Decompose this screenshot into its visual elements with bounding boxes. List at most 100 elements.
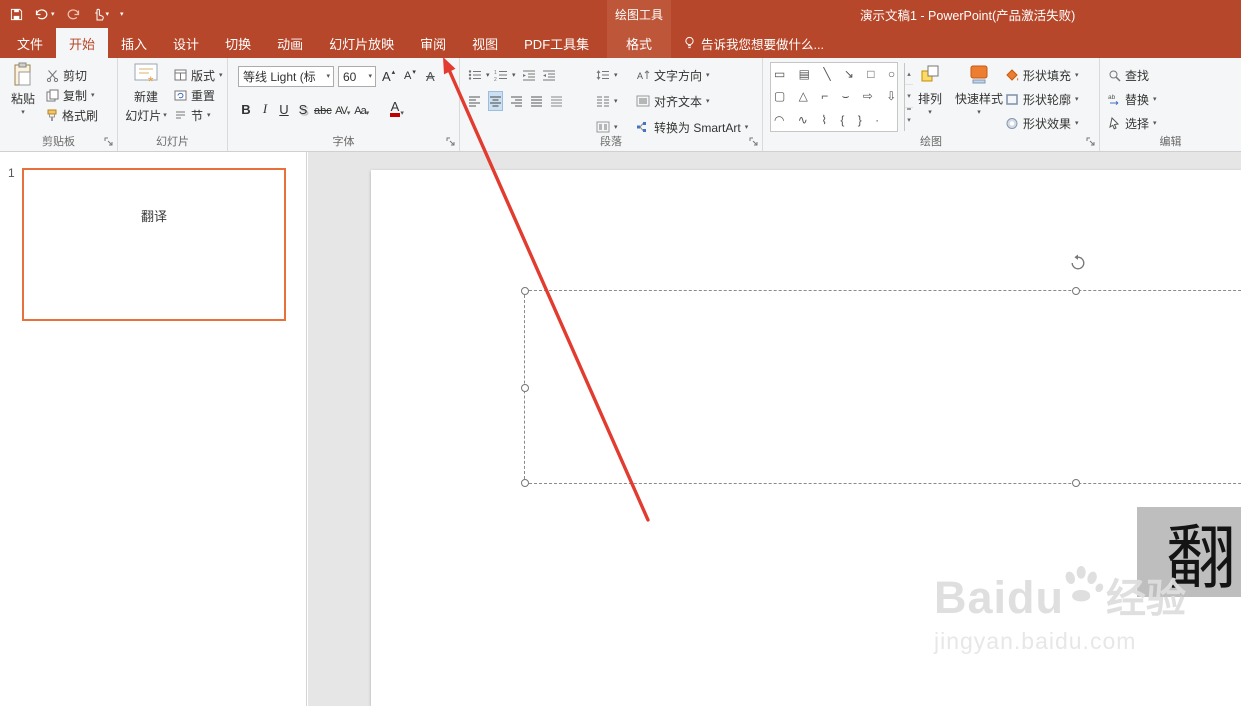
align-center-icon (490, 96, 501, 107)
svg-text:1: 1 (494, 70, 497, 76)
resize-handle-bottom-left[interactable] (521, 479, 529, 487)
tab-design[interactable]: 设计 (160, 28, 212, 58)
shape-fill-button[interactable]: 形状填充 ▾ (1005, 65, 1079, 85)
undo-icon (35, 9, 48, 20)
section-button[interactable]: 节 ▾ (174, 105, 211, 125)
section-icon (176, 111, 185, 119)
italic-button[interactable]: I (257, 98, 273, 119)
layout-button[interactable]: 版式 ▾ (174, 65, 223, 85)
tab-pdf-tools[interactable]: PDF工具集 (511, 28, 602, 58)
customize-qat-button[interactable]: ▾ (120, 11, 124, 18)
increase-font-size-button[interactable]: A ▴ (382, 66, 395, 86)
shape-effects-button[interactable]: 形状效果 ▾ (1005, 113, 1079, 133)
align-left-button[interactable] (468, 91, 481, 111)
undo-button[interactable]: ▾ (34, 8, 55, 20)
decrease-indent-icon (523, 70, 535, 81)
drawing-dialog-launcher[interactable] (1085, 136, 1097, 148)
text-direction-dropdown-icon: ▾ (706, 71, 710, 79)
align-left-icon (469, 96, 480, 107)
font-size-combo[interactable]: 60 ▾ (338, 66, 376, 87)
tab-transitions[interactable]: 切换 (212, 28, 264, 58)
cut-button[interactable]: 剪切 (46, 65, 87, 85)
align-text-button[interactable]: 对齐文本 ▾ (636, 91, 710, 111)
quick-styles-button[interactable]: 快速样式 ▾ (953, 62, 1005, 134)
tab-insert[interactable]: 插入 (108, 28, 160, 58)
tab-format[interactable]: 格式 (607, 28, 671, 58)
font-name-combo[interactable]: 等线 Light (标 ▾ (238, 66, 334, 87)
rotate-handle[interactable] (1069, 254, 1087, 272)
tab-slideshow[interactable]: 幻灯片放映 (316, 28, 407, 58)
align-center-button[interactable] (488, 91, 503, 111)
shapes-row-2[interactable]: ▢ △ ⌐ ⌣ ⇨ ⇩ (774, 89, 901, 104)
find-button[interactable]: 查找 (1108, 65, 1149, 85)
bold-button[interactable]: B (238, 98, 254, 119)
redo-button[interactable] (66, 8, 81, 20)
replace-button[interactable]: ab 替换 ▾ (1108, 89, 1157, 109)
paste-icon (14, 62, 31, 86)
decrease-indent-button[interactable] (522, 65, 536, 85)
paste-button[interactable]: 粘贴 ▾ (4, 62, 42, 134)
thumbnail-title-text: 翻译 (140, 209, 167, 224)
resize-handle-top-left[interactable] (521, 287, 529, 295)
text-columns-dropdown-icon: ▾ (614, 123, 618, 131)
shape-outline-button[interactable]: 形状轮廓 ▾ (1005, 89, 1079, 109)
copy-icon (46, 89, 59, 101)
slide-editing-area: 翻译 Baidu 经验 jingyan.baidu.com (308, 152, 1241, 706)
increase-indent-button[interactable] (542, 65, 556, 85)
shapes-gallery: ▭ ▤ ╲ ↘ □ ○ ▢ △ ⌐ ⌣ ⇨ ⇩ ◠ ∿ ⌇ { } · ▴ ▾ … (770, 62, 913, 132)
select-button[interactable]: 选择 ▾ (1108, 113, 1157, 133)
tab-animations[interactable]: 动画 (264, 28, 316, 58)
clear-formatting-button[interactable]: A (426, 66, 435, 86)
tab-view[interactable]: 视图 (459, 28, 511, 58)
touch-mouse-mode-button[interactable]: ▾ (92, 7, 109, 21)
character-spacing-dropdown-icon: ▾ (346, 110, 351, 117)
save-button[interactable] (10, 8, 23, 21)
strikethrough-button[interactable]: abc (314, 98, 332, 119)
font-color-button[interactable]: A ▾ (389, 98, 405, 119)
shapes-row-3[interactable]: ◠ ∿ ⌇ { } · (774, 113, 901, 127)
text-shadow-button[interactable]: S (295, 98, 311, 119)
numbering-icon: 12 (494, 70, 507, 81)
tell-me[interactable]: 告诉我您想要做什么... (684, 28, 824, 58)
align-text-dropdown-icon: ▾ (706, 97, 710, 105)
text-direction-button[interactable]: A 文字方向 ▾ (636, 65, 710, 85)
line-spacing-button[interactable]: ▾ (596, 65, 618, 85)
shapes-row-1[interactable]: ▭ ▤ ╲ ↘ □ ○ (774, 67, 901, 81)
align-right-button[interactable] (510, 91, 523, 111)
copy-button[interactable]: 复制 ▾ (46, 85, 95, 105)
arrange-button[interactable]: 排列 ▾ (909, 62, 951, 134)
shape-effects-dropdown-icon: ▾ (1075, 119, 1079, 127)
resize-handle-top-center[interactable] (1072, 287, 1080, 295)
change-case-button[interactable]: Aa ▾ (354, 98, 370, 119)
tab-review[interactable]: 审阅 (407, 28, 459, 58)
new-slide-button[interactable]: * 新建 幻灯片 ▾ (124, 62, 168, 134)
customize-qat-icon: ▾ (120, 10, 124, 18)
svg-text:A: A (637, 71, 643, 81)
resize-handle-bottom-center[interactable] (1072, 479, 1080, 487)
cut-icon (46, 69, 59, 82)
decrease-font-size-button[interactable]: A ▾ (404, 66, 416, 86)
distribute-button[interactable] (550, 91, 563, 111)
font-dialog-launcher[interactable] (445, 136, 457, 148)
slide-thumbnail[interactable]: 翻译 (22, 168, 286, 321)
bullets-button[interactable]: ▾ (468, 65, 490, 85)
reset-button[interactable]: 重置 (174, 85, 215, 105)
justify-button[interactable] (530, 91, 543, 111)
tab-home[interactable]: 开始 (56, 28, 109, 58)
clipboard-dialog-launcher[interactable] (103, 136, 115, 148)
underline-button[interactable]: U (276, 98, 292, 119)
ribbon-tab-row: 文件 开始 插入 设计 切换 动画 幻灯片放映 审阅 视图 PDF工具集 格式 … (0, 28, 1241, 58)
paragraph-dialog-launcher[interactable] (748, 136, 760, 148)
numbering-button[interactable]: 12 ▾ (494, 65, 516, 85)
layout-icon (174, 69, 187, 81)
resize-handle-middle-left[interactable] (521, 384, 529, 392)
columns-button[interactable]: ▾ (596, 91, 618, 111)
character-spacing-button[interactable]: AV ▾ (335, 98, 351, 119)
tab-file[interactable]: 文件 (4, 28, 56, 58)
new-slide-icon: * (134, 63, 158, 86)
format-painter-button[interactable]: 格式刷 (46, 105, 98, 125)
title-textbox[interactable]: 翻译 (521, 254, 1241, 597)
numbering-dropdown-icon: ▾ (512, 71, 516, 79)
slide-number: 1 (8, 166, 15, 180)
justify-icon (531, 96, 542, 107)
